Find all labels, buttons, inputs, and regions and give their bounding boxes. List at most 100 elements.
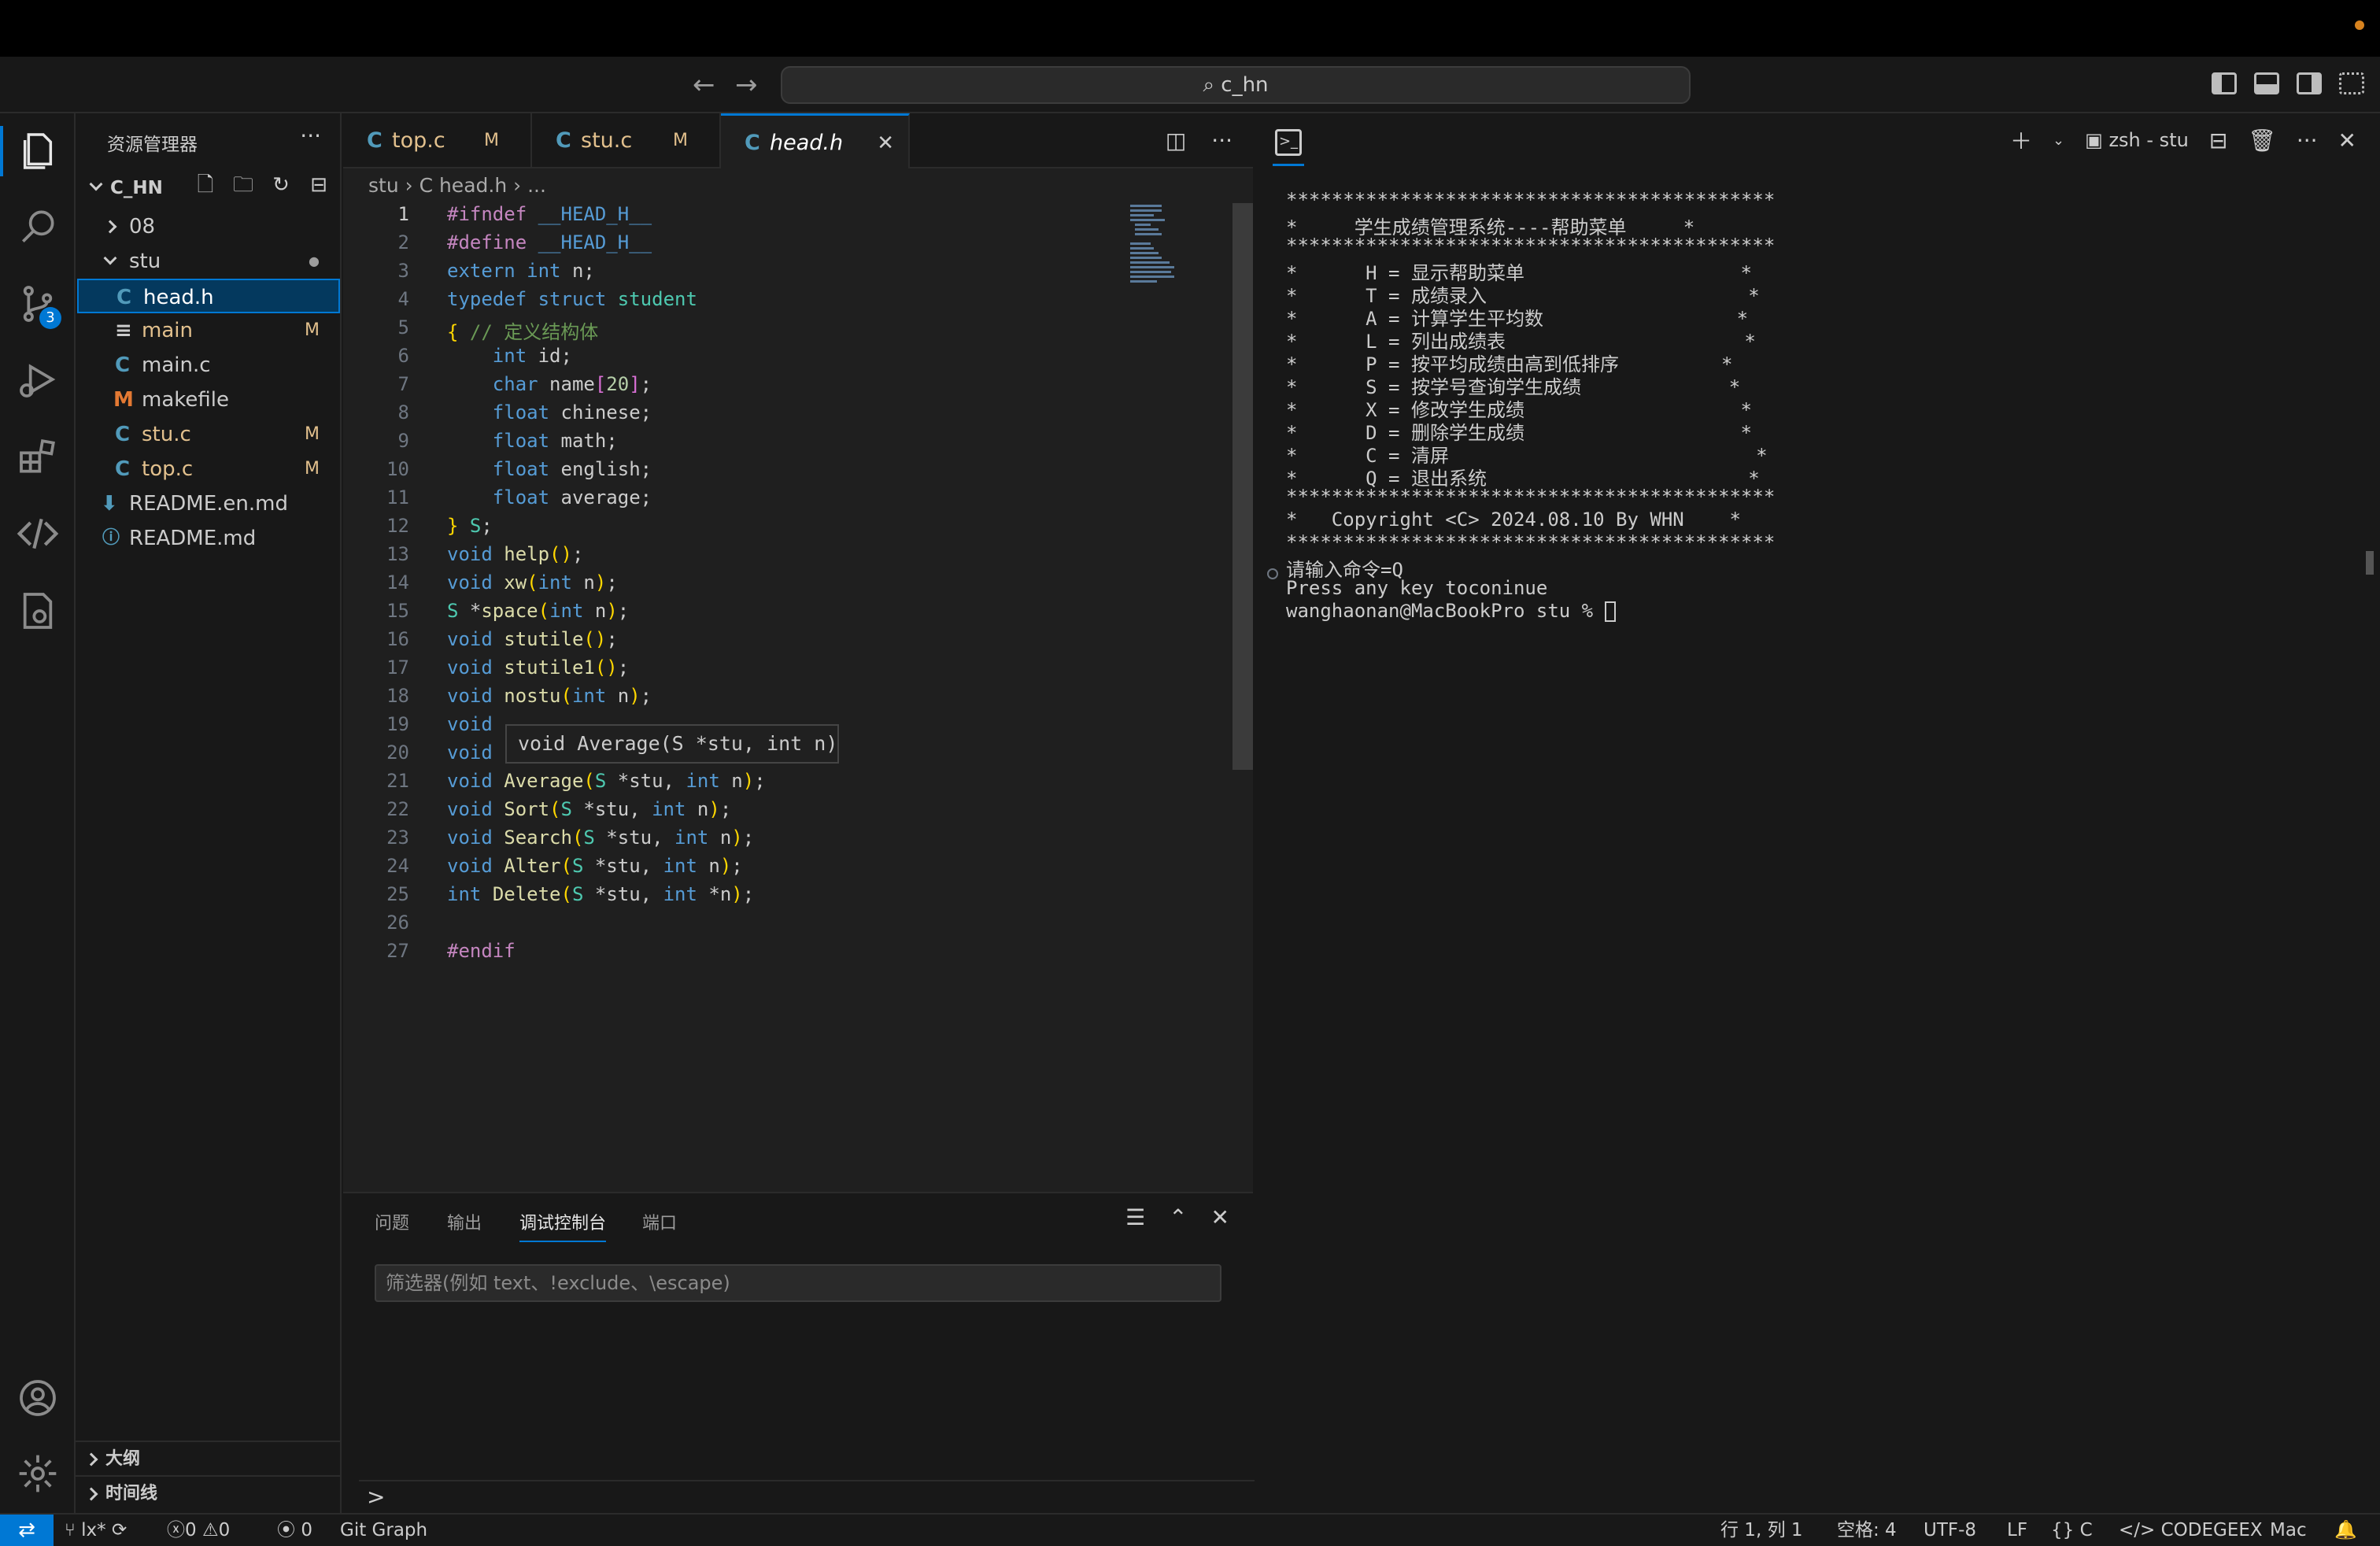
search-icon[interactable] [16, 205, 60, 249]
remote-explorer-icon[interactable] [16, 512, 60, 556]
tree-file-main[interactable]: ≡ main M [76, 313, 340, 348]
tab-ports[interactable]: 端口 [642, 1209, 677, 1234]
tab-label: head.h [770, 131, 844, 155]
terminal-cursor [1604, 601, 1616, 622]
line-ending[interactable]: LF [2007, 1515, 2027, 1546]
c-file-icon: C [115, 423, 131, 446]
tree-item-label: README.md [129, 527, 257, 550]
line-number: 24 [386, 855, 409, 877]
refresh-icon[interactable]: ↻ [268, 172, 294, 198]
tree-file-makefile[interactable]: M makefile [76, 383, 340, 417]
line-number: 25 [386, 883, 409, 905]
remote-indicator-icon[interactable]: ⇄ [0, 1515, 54, 1546]
code-editor[interactable]: 1 2 3 4 5 6 7 8 9 10 11 12 13 14 15 16 17 18 19 20 21 22 23 24 2… [343, 203, 1253, 1192]
extensions-icon[interactable] [16, 435, 60, 479]
chevron-down-icon[interactable]: ⌄ [2053, 132, 2064, 149]
settings-gear-icon[interactable] [16, 1452, 60, 1496]
tree-file-stu-c[interactable]: C stu.c M [76, 417, 340, 452]
terminal-icon[interactable]: >_ [1273, 129, 1304, 166]
tree-item-status: M [305, 424, 320, 444]
trash-icon[interactable]: 🗑 [2248, 128, 2276, 153]
run-debug-icon[interactable] [16, 357, 60, 401]
git-graph-button[interactable]: Git Graph [340, 1515, 427, 1546]
tree-file-readme[interactable]: ⓘ README.md [76, 521, 340, 556]
tree-file-top-c[interactable]: C top.c M [76, 452, 340, 486]
tree-folder-08[interactable]: 08 [76, 209, 340, 244]
code-icon: </> [2119, 1520, 2161, 1540]
terminal-line: * Copyright <C> 2024.08.10 By WHN * [1286, 509, 1741, 531]
filter-input[interactable]: 筛选器(例如 text、!exclude、\escape) [375, 1264, 1221, 1302]
debug-console-input[interactable]: > [359, 1480, 1256, 1513]
breadcrumb[interactable]: stu › C head.h › ... [343, 168, 1253, 203]
ports-count: 0 [301, 1520, 312, 1540]
maximize-panel-icon[interactable]: ⌃ [1169, 1204, 1187, 1230]
close-icon[interactable]: ✕ [877, 116, 894, 171]
explorer-icon[interactable] [0, 126, 60, 176]
code-line: typedef struct student [447, 288, 697, 310]
tab-top-c[interactable]: C top.c M [343, 113, 532, 168]
minimap[interactable] [1130, 203, 1185, 298]
ports-status[interactable]: ⦿ 0 [277, 1515, 312, 1546]
notifications-bell-icon[interactable]: 🔔 [2334, 1515, 2357, 1546]
language-mode[interactable]: {} C [2051, 1515, 2093, 1546]
tab-stu-c[interactable]: C stu.c M [532, 113, 721, 168]
split-editor-icon[interactable]: ◫ [1166, 128, 1186, 153]
breadcrumb-path: stu › C head.h › ... [368, 174, 546, 197]
tree-folder-stu[interactable]: stu ● [76, 244, 340, 279]
close-icon[interactable]: ✕ [2338, 128, 2356, 153]
testing-icon[interactable] [16, 589, 60, 633]
add-terminal-icon[interactable]: ＋ [2010, 124, 2032, 156]
tree-file-readme-en[interactable]: ⬇ README.en.md [76, 486, 340, 521]
platform-status[interactable]: Mac [2270, 1515, 2307, 1546]
collapse-all-icon[interactable]: ⊟ [305, 172, 332, 198]
terminal-line: ****************************************… [1286, 189, 1776, 211]
terminal-panel[interactable]: >_ ＋ ⌄ ▣ zsh - stu ⊟ 🗑 ··· ✕ ***********… [1255, 113, 2380, 1513]
timeline-section-header[interactable]: 时间线 [76, 1475, 340, 1510]
editor-scrollbar[interactable] [1232, 203, 1253, 770]
cursor-position[interactable]: 行 1, 列 1 [1720, 1515, 1803, 1546]
more-actions-icon[interactable]: ··· [1211, 128, 1232, 153]
workspace-name: c_hn [1221, 73, 1269, 97]
tab-output[interactable]: 输出 [447, 1209, 482, 1234]
codegeex-status[interactable]: </> CODEGEEX [2119, 1515, 2263, 1546]
account-icon[interactable] [16, 1376, 60, 1420]
new-folder-icon[interactable]: 🗀 [230, 172, 257, 198]
forward-arrow-icon[interactable]: → [735, 69, 758, 101]
line-number: 2 [397, 231, 409, 253]
c-file-icon: C [115, 353, 131, 377]
toggle-primary-sidebar-icon[interactable] [2212, 72, 2237, 94]
code-line: #ifndef __HEAD_H__ [447, 203, 652, 225]
more-actions-icon[interactable]: ··· [2297, 128, 2318, 153]
indentation[interactable]: 空格: 4 [1837, 1515, 1897, 1546]
tree-file-main-c[interactable]: C main.c [76, 348, 340, 383]
clear-console-icon[interactable]: ☰ [1125, 1204, 1145, 1230]
branch-status[interactable]: ⑂ lx* ⟳ [65, 1515, 127, 1546]
source-control-icon[interactable]: 3 [16, 282, 61, 329]
problems-status[interactable]: ⓧ0 ⚠0 [167, 1515, 230, 1546]
back-arrow-icon[interactable]: ← [693, 69, 715, 101]
command-center-search[interactable]: ⌕ c_hn [781, 66, 1691, 104]
tree-item-label: stu [129, 250, 161, 273]
outline-section-header[interactable]: 大纲 [76, 1441, 340, 1475]
makefile-icon: M [113, 388, 134, 412]
toggle-secondary-sidebar-icon[interactable] [2297, 72, 2322, 94]
code-line: float chinese; [492, 401, 652, 423]
split-terminal-icon[interactable]: ⊟ [2209, 128, 2227, 153]
code-line: void nostu(int n); [447, 685, 652, 707]
new-file-icon[interactable]: 🗋 [192, 172, 219, 198]
braces-icon: {} [2051, 1520, 2080, 1540]
encoding[interactable]: UTF-8 [1924, 1515, 1976, 1546]
more-actions-icon[interactable]: ··· [300, 123, 321, 149]
toggle-panel-icon[interactable] [2254, 72, 2279, 94]
tree-file-head-h[interactable]: C head.h [77, 279, 340, 313]
line-number: 18 [386, 685, 409, 707]
tab-debug-console[interactable]: 调试控制台 [519, 1209, 607, 1242]
terminal-tab[interactable]: ▣ zsh - stu [2085, 129, 2189, 151]
close-panel-icon[interactable]: ✕ [1211, 1204, 1229, 1230]
tab-problems[interactable]: 问题 [375, 1209, 409, 1234]
chevron-right-icon [103, 220, 117, 234]
tab-head-h[interactable]: C head.h ✕ [721, 113, 910, 168]
terminal-scrollbar[interactable] [2366, 551, 2374, 575]
error-count: 0 [185, 1520, 197, 1540]
customize-layout-icon[interactable] [2339, 72, 2364, 94]
